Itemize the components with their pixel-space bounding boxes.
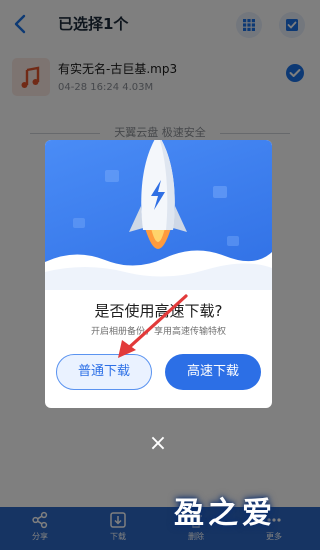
high-speed-download-dialog: 是否使用高速下载? 开启相册备份，享用高速传输特权 普通下载 高速下载 (45, 140, 272, 408)
rocket-illustration (45, 140, 272, 290)
close-icon[interactable]: × (146, 432, 170, 456)
watermark-logo: 盈之爱 (174, 496, 276, 531)
normal-download-button[interactable]: 普通下载 (56, 354, 152, 390)
high-speed-download-button[interactable]: 高速下载 (165, 354, 261, 390)
dialog-description: 开启相册备份，享用高速传输特权 (90, 327, 226, 337)
dialog-title: 是否使用高速下载? (94, 302, 223, 320)
